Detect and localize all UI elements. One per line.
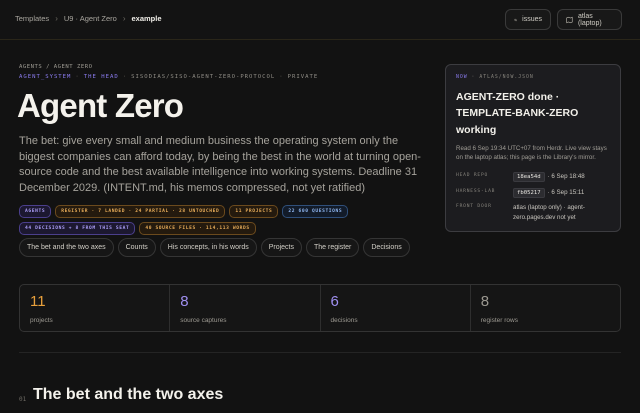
detail-row-front-door: FRONT DOOR atlas (laptop only) · agent-z… xyxy=(456,204,585,221)
detail-row-harness-lab: HARNESS-LAB fb05217 · 6 Sep 15:11 xyxy=(456,187,585,198)
page-title: Agent Zero xyxy=(17,87,184,124)
section-number: 01 xyxy=(19,396,27,403)
section-title: The bet and the two axes xyxy=(33,386,224,403)
meta-kind: AGENT_SYSTEM xyxy=(19,74,72,80)
pill-projects: 11 PROJECTS xyxy=(229,205,279,218)
tab-counts[interactable]: Counts xyxy=(117,238,156,257)
tab-concepts[interactable]: His concepts, in his words xyxy=(159,238,257,257)
pill-questions: 22 600 QUESTIONS xyxy=(282,205,349,218)
stat-caption: register rows xyxy=(480,317,518,324)
atlas-button[interactable]: atlas (laptop) xyxy=(557,9,622,30)
section-tabs: The bet and the two axes Counts His conc… xyxy=(19,238,410,257)
commit-hash[interactable]: 18ea54d xyxy=(513,172,545,183)
now-description: Read 6 Sep 19:34 UTC+07 from Herdr. Live… xyxy=(456,144,607,162)
tab-register[interactable]: The register xyxy=(306,238,360,257)
pill-decisions: 44 DECISIONS + 8 FROM THIS SEAT xyxy=(19,222,136,235)
map-icon xyxy=(566,16,573,23)
issues-label: issues xyxy=(522,16,542,23)
breadcrumb: Templates › U9 · Agent Zero › example xyxy=(15,14,162,23)
top-bar: Templates › U9 · Agent Zero › example issues… xyxy=(0,0,640,40)
stat-register-rows: 8 register rows xyxy=(471,285,620,331)
meta-repo[interactable]: SISODIAS/SISO-AGENT-ZERO-PROTOCOL xyxy=(131,74,275,80)
now-card: NOW · ATLAS/NOW.JSON AGENT-ZERO done · T… xyxy=(445,64,621,232)
now-headline: AGENT-ZERO done · TEMPLATE-BANK-ZERO wor… xyxy=(456,91,579,136)
stat-caption: projects xyxy=(30,317,53,324)
stats-strip: 11 projects 8 source captures 6 decision… xyxy=(19,284,621,332)
stat-value: 8 xyxy=(180,293,189,310)
tab-decisions[interactable]: Decisions xyxy=(363,238,410,257)
breadcrumb-current: example xyxy=(131,14,162,23)
chevron-right-icon: › xyxy=(55,14,58,23)
stat-decisions: 6 decisions xyxy=(321,285,471,331)
issues-button[interactable]: issues xyxy=(505,9,551,30)
pill-register: REGISTER · 7 LANDED · 24 PARTIAL · 28 UN… xyxy=(55,205,226,218)
stat-value: 11 xyxy=(30,293,46,310)
breadcrumb-templates[interactable]: Templates xyxy=(15,14,49,23)
commit-hash[interactable]: fb05217 xyxy=(513,187,545,198)
tab-bet[interactable]: The bet and the two axes xyxy=(19,238,114,257)
pill-row: AGENTS REGISTER · 7 LANDED · 24 PARTIAL … xyxy=(19,205,439,235)
now-details: HEAD REPO 18ea54d · 6 Sep 18:48 HARNESS-L… xyxy=(456,172,610,223)
chevron-right-icon: › xyxy=(122,14,126,23)
atlas-label: atlas (laptop) xyxy=(577,12,602,27)
stat-source-captures: 8 source captures xyxy=(170,285,321,331)
lede: The bet: give every small and medium bus… xyxy=(19,135,421,195)
stat-caption: source captures xyxy=(180,317,227,324)
meta-visibility: PRIVATE xyxy=(287,74,319,80)
kicker: AGENTS / AGENT ZERO xyxy=(19,64,93,70)
stat-value: 6 xyxy=(330,293,339,310)
stat-caption: decisions xyxy=(330,317,358,324)
pill-agents: AGENTS xyxy=(19,205,52,218)
stat-projects: 11 projects xyxy=(20,285,171,331)
meta-line: AGENT_SYSTEM · THE HEAD · SISODIAS/SISO-AGEN… xyxy=(19,74,319,80)
pill-source-files: 40 SOURCE FILES · 114,113 WORDS xyxy=(139,222,256,235)
sliders-icon xyxy=(514,18,517,21)
tab-projects[interactable]: Projects xyxy=(260,238,303,257)
stat-value: 8 xyxy=(480,293,490,310)
divider xyxy=(19,352,621,353)
meta-role: THE HEAD xyxy=(83,74,119,80)
now-label: NOW · ATLAS/NOW.JSON xyxy=(456,75,534,80)
detail-row-head-repo: HEAD REPO 18ea54d · 6 Sep 18:48 xyxy=(456,172,585,183)
breadcrumb-agent-zero[interactable]: U9 · Agent Zero xyxy=(64,14,117,23)
